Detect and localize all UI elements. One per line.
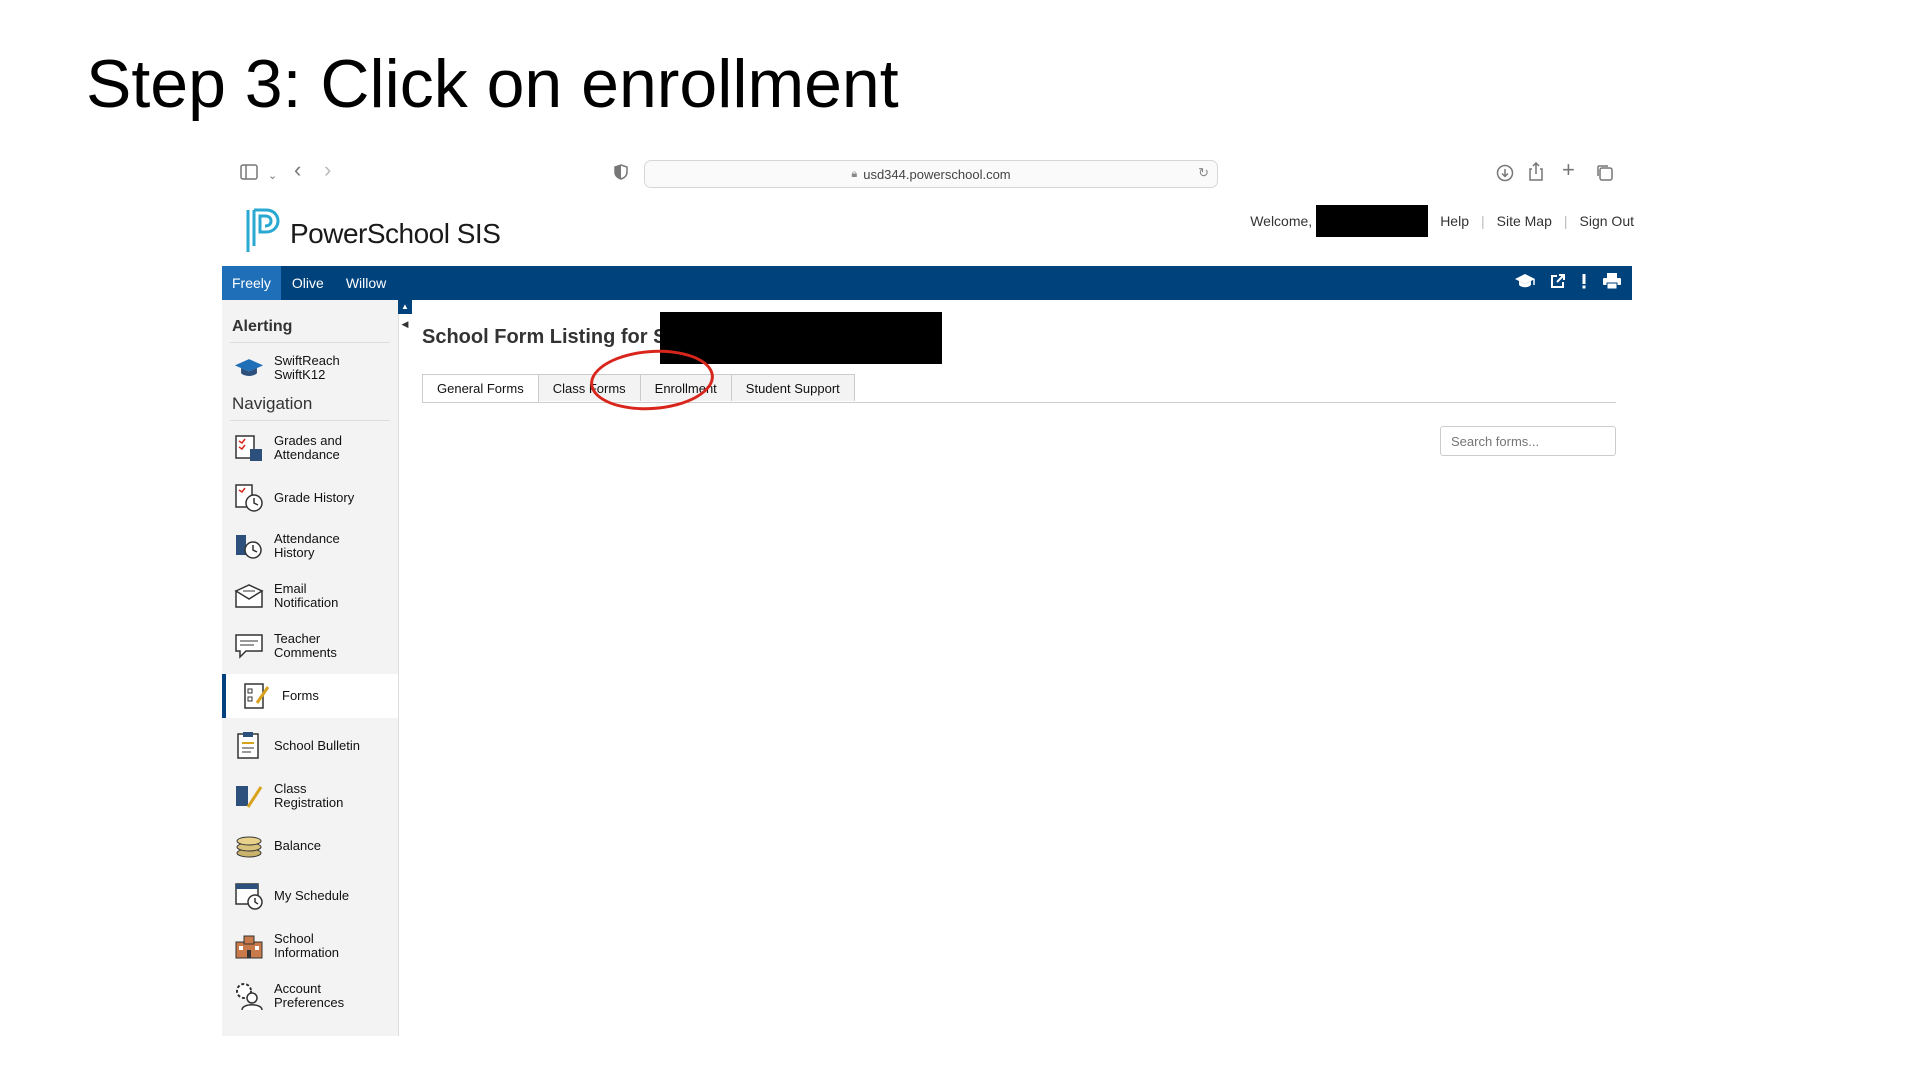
tabs-icon[interactable] <box>1596 164 1614 188</box>
sidebar-item-label: SwiftReach <box>274 353 340 368</box>
student-tab-willow[interactable]: Willow <box>335 266 397 300</box>
redacted-student-name <box>660 312 942 364</box>
collapse-left-icon[interactable]: ◀ <box>398 318 412 330</box>
sidebar-item-label: Teacher <box>274 631 321 646</box>
logo-text: PowerSchool SIS <box>290 218 501 249</box>
alert-icon[interactable] <box>1580 273 1588 294</box>
graduation-cap-icon <box>234 353 264 383</box>
sidebar-item-label: Forms <box>282 688 319 703</box>
grades-attendance-icon <box>234 433 264 463</box>
share-icon[interactable] <box>1528 161 1544 188</box>
student-tab-olive[interactable]: Olive <box>281 266 335 300</box>
forward-icon[interactable]: › <box>324 159 331 181</box>
address-bar[interactable]: 🔒︎ usd344.powerschool.com ↻ <box>644 160 1218 188</box>
sidebar-item-school-information[interactable]: School Information <box>226 924 394 968</box>
sidebar-item-school-bulletin[interactable]: School Bulletin <box>226 724 394 768</box>
print-icon[interactable] <box>1602 272 1622 294</box>
site-map-link[interactable]: Site Map <box>1497 213 1552 229</box>
annotation-circle <box>588 345 716 415</box>
envelope-icon <box>234 581 264 611</box>
school-building-icon <box>234 931 264 961</box>
sidebar-item-label: School <box>274 931 314 946</box>
link-separator: | <box>1563 213 1568 229</box>
welcome-text: Welcome, <box>1250 213 1313 229</box>
grade-history-icon <box>234 483 264 513</box>
collapse-up-icon[interactable]: ▲ <box>398 300 412 314</box>
sidebar-item-grade-history[interactable]: Grade History <box>226 476 394 520</box>
sidebar-item-label: Account <box>274 981 321 996</box>
user-links: Welcome, Help | Site Map | Sign Out <box>1250 205 1634 237</box>
help-link[interactable]: Help <box>1440 213 1469 229</box>
sidebar-item-forms[interactable]: Forms <box>222 674 398 718</box>
sidebar-item-balance[interactable]: Balance <box>226 824 394 868</box>
sidebar-item-my-schedule[interactable]: My Schedule <box>226 874 394 918</box>
sidebar: Alerting SwiftReach SwiftK12 Navigation G… <box>222 300 399 1036</box>
browser-toolbar: ⌄ ‹ › 🔒︎ usd344.powerschool.com ↻ + <box>222 156 1642 192</box>
attendance-history-icon <box>234 531 264 561</box>
sign-out-link[interactable]: Sign Out <box>1580 213 1634 229</box>
sidebar-item-label: Grades and <box>274 433 342 448</box>
divider <box>230 342 390 343</box>
tab-general-forms[interactable]: General Forms <box>422 374 539 403</box>
shield-icon <box>614 164 628 186</box>
reload-icon[interactable]: ↻ <box>1198 165 1209 181</box>
sidebar-item-label: Attendance <box>274 447 340 462</box>
forms-icon <box>242 681 272 711</box>
sidebar-item-label: Class <box>274 781 307 796</box>
tab-student-support[interactable]: Student Support <box>730 374 855 401</box>
coins-icon <box>234 831 264 861</box>
sidebar-item-label: Notification <box>274 595 339 610</box>
sidebar-item-teacher-comments[interactable]: Teacher Comments <box>226 624 394 668</box>
sidebar-item-account-preferences[interactable]: Account Preferences <box>226 974 394 1018</box>
sidebar-item-grades-and-attendance[interactable]: Grades and Attendance <box>226 426 394 470</box>
graduation-cap-icon[interactable] <box>1514 273 1536 294</box>
lock-icon: 🔒︎ <box>851 167 858 180</box>
sidebar-item-label: My Schedule <box>274 888 350 903</box>
alerting-heading: Alerting <box>232 318 293 335</box>
sidebar-item-label: Information <box>274 945 340 960</box>
sidebar-item-label: Comments <box>274 645 337 660</box>
sidebar-item-label: Grade History <box>274 490 355 505</box>
url-text: usd344.powerschool.com <box>863 166 1011 182</box>
download-icon[interactable] <box>1496 164 1514 188</box>
student-tab-freely[interactable]: Freely <box>222 266 281 300</box>
sidebar-item-label: Attendance <box>274 531 340 546</box>
chevron-down-icon[interactable]: ⌄ <box>268 166 277 186</box>
redacted-username <box>1316 205 1429 237</box>
sidebar-item-label: Registration <box>274 795 344 810</box>
sidebar-item-label: History <box>274 545 315 560</box>
powerschool-logo[interactable]: PowerSchool SIS <box>244 206 504 256</box>
link-separator: | <box>1480 213 1485 229</box>
browser-screenshot: ⌄ ‹ › 🔒︎ usd344.powerschool.com ↻ + Powe… <box>222 156 1642 1036</box>
account-gear-icon <box>234 981 264 1011</box>
sidebar-item-label: Email <box>274 581 307 596</box>
powerschool-logo-icon <box>246 208 280 252</box>
sidebar-item-email-notification[interactable]: Email Notification <box>226 574 394 618</box>
bulletin-icon <box>234 731 264 761</box>
slide-title: Step 3: Click on enrollment <box>86 46 899 122</box>
sidebar-icon[interactable] <box>240 164 258 186</box>
search-forms-input[interactable] <box>1440 426 1616 456</box>
back-icon[interactable]: ‹ <box>294 159 301 181</box>
tabs-divider <box>422 402 1616 403</box>
sidebar-item-attendance-history[interactable]: Attendance History <box>226 524 394 568</box>
main-content: School Form Listing for S General Forms … <box>414 300 1632 1036</box>
sidebar-item-label: Preferences <box>274 995 345 1010</box>
speech-bubble-icon <box>234 631 264 661</box>
navigation-heading: Navigation <box>232 394 313 413</box>
plus-icon[interactable]: + <box>1562 159 1575 181</box>
sidebar-item-label: SwiftK12 <box>274 367 326 382</box>
sidebar-item-class-registration[interactable]: Class Registration <box>226 774 394 818</box>
divider <box>230 420 390 421</box>
nav-icons <box>1514 266 1622 300</box>
schedule-icon <box>234 881 264 911</box>
sidebar-item-label: School Bulletin <box>274 738 360 753</box>
sidebar-item-label: Balance <box>274 838 321 853</box>
student-nav-bar: Freely Olive Willow <box>222 266 1632 300</box>
external-link-icon[interactable] <box>1550 273 1566 294</box>
class-registration-icon <box>234 781 264 811</box>
sidebar-item-swiftreach[interactable]: SwiftReach SwiftK12 <box>226 346 394 390</box>
page-title: School Form Listing for S <box>422 326 667 348</box>
